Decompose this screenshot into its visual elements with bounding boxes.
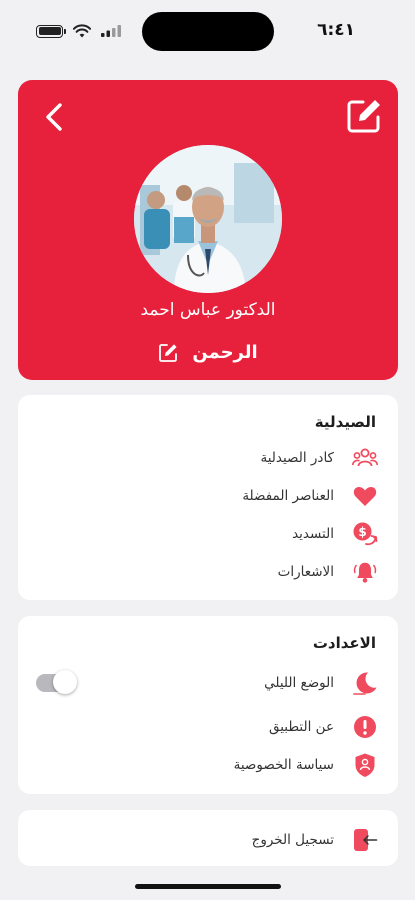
dynamic-island — [142, 12, 274, 51]
edit-pharmacy-icon[interactable] — [158, 343, 178, 363]
settings-section: الاعدادت الوضع الليلي عن التطبيق سياسة ا… — [18, 616, 398, 794]
moon-icon — [352, 670, 378, 696]
settings-section-title: الاعدادت — [312, 634, 376, 652]
logout-label: تسجيل الخروج — [251, 832, 334, 848]
toggle-knob — [53, 670, 77, 694]
logout-button[interactable]: تسجيل الخروج — [38, 825, 378, 855]
info-icon — [352, 714, 378, 740]
menu-item-label: سياسة الخصوصية — [233, 757, 334, 773]
home-indicator — [135, 884, 281, 889]
heart-icon — [352, 483, 378, 509]
menu-item-label: كادر الصيدلية — [260, 450, 334, 466]
pharmacy-name: الرحمن — [192, 342, 258, 363]
payment-icon: $ — [352, 521, 378, 547]
logout-section: تسجيل الخروج — [18, 810, 398, 866]
menu-item-label: التسديد — [292, 526, 334, 542]
signal-icon — [101, 25, 121, 37]
menu-item-about-app[interactable]: عن التطبيق — [38, 712, 378, 742]
edit-profile-icon[interactable] — [346, 98, 382, 134]
menu-item-payment[interactable]: $ التسديد — [38, 519, 378, 549]
menu-item-notifications[interactable]: الاشعارات — [38, 557, 378, 587]
wifi-icon — [73, 24, 91, 38]
svg-text:$: $ — [358, 525, 366, 539]
doctor-avatar — [134, 145, 282, 293]
menu-item-label: العناصر المفضلة — [242, 488, 334, 504]
pharmacy-section: الصيدلية كادر الصيدلية العناصر المفضلة $… — [18, 395, 398, 600]
menu-item-label: الاشعارات — [277, 564, 334, 580]
staff-group-icon — [352, 445, 378, 471]
pharmacy-name-row: الرحمن — [18, 342, 398, 363]
doctor-name: الدكتور عباس احمد — [140, 300, 276, 320]
pharmacy-section-title: الصيدلية — [314, 413, 376, 431]
profile-header-card: الدكتور عباس احمد الرحمن — [18, 80, 398, 380]
night-mode-toggle[interactable] — [36, 670, 77, 694]
logout-icon — [352, 827, 378, 853]
status-icons — [36, 24, 121, 38]
menu-item-label: عن التطبيق — [268, 719, 334, 735]
menu-item-label: الوضع الليلي — [264, 675, 334, 691]
privacy-shield-icon — [352, 752, 378, 778]
battery-icon — [36, 24, 66, 38]
menu-item-favorites[interactable]: العناصر المفضلة — [38, 481, 378, 511]
menu-item-privacy-policy[interactable]: سياسة الخصوصية — [38, 750, 378, 780]
menu-item-pharmacy-staff[interactable]: كادر الصيدلية — [38, 443, 378, 473]
status-time: ٦:٤١ — [317, 20, 355, 40]
back-chevron-icon[interactable] — [40, 102, 68, 132]
status-bar: ٦:٤١ — [0, 0, 415, 62]
bell-icon — [352, 559, 378, 585]
menu-item-night-mode[interactable]: الوضع الليلي — [38, 668, 378, 698]
